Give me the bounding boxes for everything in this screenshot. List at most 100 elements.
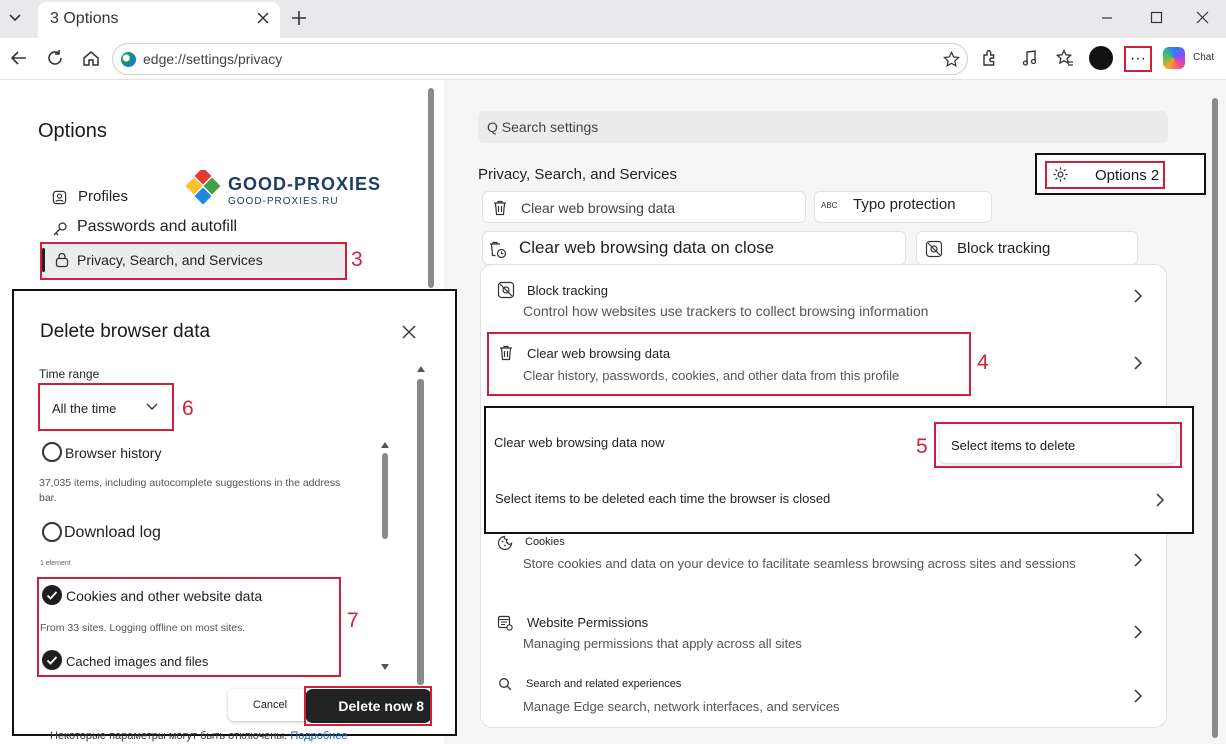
browser-toolbar: edge://settings/privacy ··· Chat bbox=[0, 38, 1226, 80]
chevron-down-icon bbox=[146, 402, 158, 412]
url-text: edge://settings/privacy bbox=[143, 51, 283, 67]
scroll-up-arrow-icon[interactable] bbox=[380, 441, 390, 449]
annotation-7: 7 bbox=[347, 609, 359, 632]
cancel-button[interactable]: Cancel bbox=[228, 689, 312, 721]
row-cookies[interactable]: Cookies Store cookies and data on your d… bbox=[481, 533, 1168, 593]
chevron-right-icon bbox=[1133, 689, 1143, 703]
row-website-permissions[interactable]: Website Permissions Managing permissions… bbox=[481, 613, 1168, 665]
edge-logo-icon bbox=[121, 52, 136, 67]
row-description: Managing permissions that apply across a… bbox=[523, 636, 802, 651]
options-2-button[interactable]: Options 2 bbox=[1035, 153, 1206, 195]
trash-clock-icon bbox=[489, 241, 507, 259]
minimize-icon[interactable] bbox=[1100, 10, 1114, 24]
row-description: Control how websites use trackers to col… bbox=[523, 303, 929, 319]
search-placeholder: Q Search settings bbox=[487, 119, 599, 135]
title-bar: 3 Options bbox=[0, 0, 1226, 38]
bottom-note-text: Некоторые параметры могут быть отключены… bbox=[50, 730, 288, 742]
chip-block-tracking[interactable]: Block tracking bbox=[916, 231, 1138, 265]
chip-clear-on-close[interactable]: Clear web browsing data on close bbox=[482, 231, 906, 265]
annotation-box-8 bbox=[304, 686, 432, 726]
dialog-close-icon[interactable] bbox=[402, 325, 416, 339]
tracking-icon bbox=[497, 281, 515, 299]
logo-text: GOOD-PROXIES bbox=[228, 174, 382, 194]
checkbox-label: Cookies and other website data bbox=[66, 588, 263, 604]
row-title: Search and related experiences bbox=[526, 678, 682, 690]
annotation-3: 3 bbox=[351, 248, 363, 271]
logo-diamonds-icon bbox=[185, 170, 221, 205]
checkbox-label: Download log bbox=[64, 524, 161, 541]
permissions-icon bbox=[497, 615, 513, 631]
chip-typo-protection[interactable]: ABC Typo protection bbox=[814, 191, 992, 223]
each-time-label[interactable]: Select items to be deleted each time the… bbox=[495, 491, 830, 506]
sidebar-scrollbar[interactable] bbox=[428, 88, 434, 288]
checkbox-description: 1 element bbox=[40, 560, 71, 567]
search-icon bbox=[498, 677, 512, 691]
select-items-label: Select items to delete bbox=[951, 438, 1076, 453]
time-range-select[interactable]: All the time bbox=[38, 383, 174, 431]
dialog-scrollbar[interactable] bbox=[417, 379, 424, 685]
content-scrollbar[interactable] bbox=[1212, 98, 1218, 738]
tracking-icon bbox=[925, 240, 943, 258]
logo-subtext: GOOD-PROXIES.RU bbox=[228, 196, 339, 207]
select-items-button[interactable]: Select items to delete bbox=[940, 427, 1176, 463]
dialog-list-scrollbar[interactable] bbox=[382, 453, 388, 539]
back-arrow-icon[interactable] bbox=[10, 49, 28, 67]
learn-more-link[interactable]: Подробнее bbox=[290, 730, 347, 742]
trash-icon bbox=[493, 200, 507, 216]
time-range-label: Time range bbox=[39, 367, 100, 381]
chevron-right-icon bbox=[1133, 289, 1143, 303]
options-2-label: Options 2 bbox=[1095, 167, 1160, 184]
annotation-box-4 bbox=[487, 332, 971, 396]
abc-icon: ABC bbox=[821, 201, 838, 210]
maximize-icon[interactable] bbox=[1150, 11, 1163, 24]
search-settings-input[interactable]: Q Search settings bbox=[478, 111, 1168, 143]
profile-icon bbox=[52, 190, 67, 205]
row-block-tracking[interactable]: Block tracking Control how websites use … bbox=[481, 275, 1168, 331]
row-search-experiences[interactable]: Search and related experiences Manage Ed… bbox=[481, 675, 1168, 727]
annotation-6: 6 bbox=[182, 397, 194, 420]
tab-actions-chevron-icon[interactable] bbox=[8, 10, 22, 24]
settings-content: Q Search settings Privacy, Search, and S… bbox=[444, 80, 1226, 744]
unchecked-circle-icon bbox=[42, 522, 62, 542]
row-title: Block tracking bbox=[527, 283, 608, 298]
scroll-down-arrow-icon[interactable] bbox=[380, 663, 390, 671]
chevron-right-icon[interactable] bbox=[1155, 493, 1165, 507]
chip-label: Block tracking bbox=[957, 240, 1051, 257]
new-tab-icon[interactable] bbox=[290, 9, 308, 27]
tab-title: 3 Options bbox=[50, 10, 119, 27]
dialog-title: Delete browser data bbox=[40, 321, 211, 342]
active-tab[interactable]: 3 Options bbox=[38, 2, 280, 38]
chevron-right-icon bbox=[1133, 553, 1143, 567]
refresh-icon[interactable] bbox=[46, 49, 64, 67]
sidebar-title: Options bbox=[38, 120, 107, 142]
favorite-star-icon[interactable] bbox=[943, 51, 960, 68]
row-title: Cookies bbox=[525, 536, 565, 548]
row-description: Store cookies and data on your device to… bbox=[523, 556, 1076, 571]
tab-close-icon[interactable] bbox=[256, 11, 270, 25]
scroll-up-arrow-icon[interactable] bbox=[416, 365, 426, 373]
home-icon[interactable] bbox=[82, 49, 100, 67]
checkbox-label: Cached images and files bbox=[66, 654, 209, 669]
chip-label: Typo protection bbox=[853, 196, 956, 213]
favorites-icon[interactable] bbox=[1056, 49, 1074, 67]
window-close-icon[interactable] bbox=[1196, 11, 1209, 24]
sidebar-item-label: Profiles bbox=[78, 188, 129, 205]
bottom-note: Некоторые параметры могут быть отключены… bbox=[50, 730, 347, 742]
row-description: Manage Edge search, network interfaces, … bbox=[523, 699, 840, 714]
chat-label[interactable]: Chat bbox=[1193, 52, 1214, 63]
media-icon[interactable] bbox=[1021, 49, 1039, 67]
unchecked-circle-icon bbox=[42, 442, 62, 462]
copilot-icon[interactable] bbox=[1163, 47, 1185, 69]
extensions-icon[interactable] bbox=[980, 49, 998, 67]
checkbox-label: Browser history bbox=[65, 445, 162, 461]
profile-avatar[interactable] bbox=[1089, 46, 1113, 70]
checkbox-description: 37,035 items, including autocomplete sug… bbox=[39, 477, 341, 504]
delete-browser-data-dialog: Delete browser data Time range All the t… bbox=[12, 289, 457, 736]
chip-label: Clear web browsing data bbox=[521, 200, 676, 216]
address-bar[interactable]: edge://settings/privacy bbox=[112, 43, 968, 75]
settings-more-button[interactable]: ··· bbox=[1124, 46, 1152, 72]
chip-clear-browsing-data[interactable]: Clear web browsing data bbox=[482, 191, 806, 223]
chevron-right-icon bbox=[1133, 356, 1143, 370]
sidebar-item-label: Passwords and autofill bbox=[77, 218, 238, 235]
time-range-value: All the time bbox=[52, 401, 117, 416]
